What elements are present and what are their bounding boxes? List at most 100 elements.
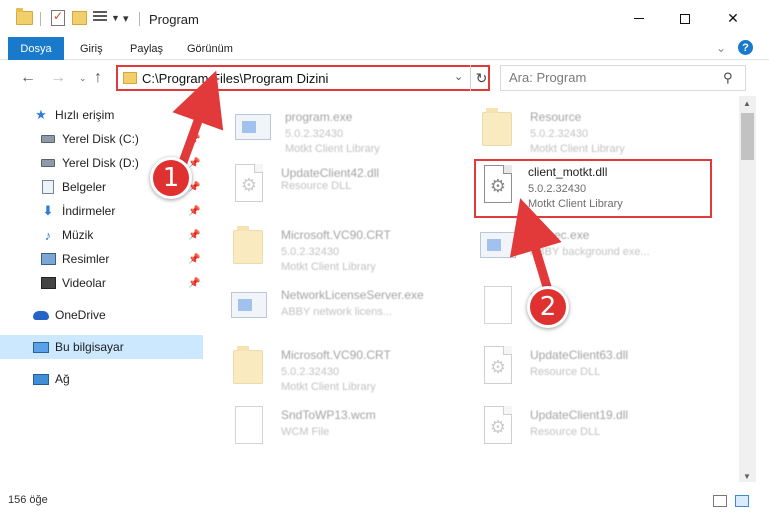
- chevron-down-icon[interactable]: ⌄: [454, 70, 463, 83]
- help-icon[interactable]: ?: [738, 40, 753, 55]
- step-2-badge: 2: [527, 286, 569, 328]
- minimize-button[interactable]: [616, 0, 662, 37]
- folder-icon: [478, 108, 518, 150]
- sidebar-item-label: İndirmeler: [62, 204, 116, 218]
- file-name: Microsoft.VC90.CRT: [281, 228, 391, 242]
- blank-file-icon: [478, 286, 518, 328]
- pin-icon[interactable]: 📌: [188, 206, 200, 217]
- file-description: ABBY network licens...: [281, 306, 393, 318]
- sidebar-item-downloads[interactable]: ⬇ İndirmeler 📌: [0, 199, 203, 223]
- step-1-badge: 1: [150, 157, 192, 199]
- blank-file-icon: [229, 406, 269, 448]
- file-description: ABBY background exe...: [530, 246, 650, 258]
- drive-icon: [40, 131, 56, 147]
- file-description: Motkt Client Library: [528, 198, 623, 210]
- tab-share[interactable]: Paylaş: [130, 37, 163, 60]
- minimize-icon: [634, 18, 644, 19]
- pin-icon[interactable]: 📌: [188, 134, 200, 145]
- up-arrow-icon[interactable]: ↑: [94, 69, 102, 87]
- list-item-highlighted[interactable]: ⚙ client_motkt.dll 5.0.2.32430 Motkt Cli…: [474, 159, 712, 218]
- address-bar[interactable]: C:\Program Files\Program Dizini ⌄ ↻: [116, 65, 490, 91]
- file-version: 5.0.2.32430: [285, 128, 344, 140]
- file-description: Resource DLL: [281, 180, 352, 192]
- pin-icon[interactable]: 📌: [188, 158, 200, 169]
- file-description: Motkt Client Library: [285, 143, 380, 155]
- new-folder-icon[interactable]: [72, 11, 87, 25]
- sidebar-item-onedrive[interactable]: OneDrive: [0, 303, 203, 327]
- details-view-icon[interactable]: [713, 495, 727, 507]
- sidebar-item-this-pc[interactable]: Bu bilgisayar: [0, 335, 203, 359]
- vertical-scrollbar[interactable]: ▲ ▼: [739, 96, 756, 482]
- ribbon-tabs: Dosya Giriş Paylaş Görünüm ⌄ ?: [0, 37, 769, 60]
- documents-icon: [40, 179, 56, 195]
- list-item[interactable]: NetworkLicenseServer.exe ABBY network li…: [229, 280, 469, 336]
- file-name: UpdateClient42.dll: [281, 166, 380, 180]
- refresh-button[interactable]: ↻: [470, 65, 492, 91]
- navigation-pane: ★ Hızlı erişim Yerel Disk (C:) 📌 Yerel D…: [0, 96, 203, 482]
- tab-home[interactable]: Giriş: [80, 37, 103, 60]
- sidebar-item-network[interactable]: Ağ: [0, 367, 203, 391]
- list-item[interactable]: ⚙ UpdateClient63.dll Resource DLL: [478, 340, 718, 396]
- download-icon: ⬇: [42, 203, 54, 218]
- properties-icon[interactable]: [51, 9, 65, 26]
- music-icon: ♪: [44, 227, 52, 243]
- list-item[interactable]: ⚙ UpdateClient42.dll Resource DLL: [229, 158, 469, 214]
- sidebar-item-pictures[interactable]: Resimler 📌: [0, 247, 203, 271]
- file-description: Resource DLL: [530, 426, 601, 438]
- tab-view[interactable]: Görünüm: [187, 37, 233, 60]
- title-bar: ▼ ▾ Program ✕: [0, 0, 769, 37]
- network-icon: [33, 371, 49, 387]
- dll-icon: ⚙: [478, 346, 518, 388]
- file-name: SndToWP13.wcm: [281, 408, 376, 422]
- sidebar-item-quick-access[interactable]: ★ Hızlı erişim: [0, 103, 203, 127]
- sidebar-item-label: Yerel Disk (C:): [62, 132, 139, 146]
- file-name: ...Exec.exe: [530, 228, 590, 242]
- view-icon[interactable]: [93, 11, 107, 25]
- chevron-down-icon[interactable]: ▼: [111, 13, 120, 23]
- list-item[interactable]: Resource 5.0.2.32430 Motkt Client Librar…: [478, 102, 718, 158]
- tiles-view-icon[interactable]: [735, 495, 749, 507]
- address-path[interactable]: C:\Program Files\Program Dizini: [142, 71, 328, 86]
- list-item[interactable]: d...: [478, 280, 718, 336]
- file-list: program.exe 5.0.2.32430 Motkt Client Lib…: [203, 96, 739, 482]
- back-arrow-icon[interactable]: ←: [20, 69, 36, 87]
- maximize-button[interactable]: [662, 0, 708, 37]
- scroll-down-icon[interactable]: ▼: [743, 472, 751, 481]
- scrollbar-thumb[interactable]: [741, 113, 754, 160]
- sidebar-item-label: Müzik: [62, 228, 94, 242]
- close-button[interactable]: ✕: [710, 0, 756, 37]
- dll-icon: ⚙: [478, 165, 518, 207]
- pin-icon[interactable]: 📌: [188, 230, 200, 241]
- recent-locations-icon[interactable]: ⌄: [79, 73, 87, 84]
- pictures-icon: [40, 251, 56, 267]
- title-divider: [139, 12, 140, 26]
- expand-ribbon-icon[interactable]: ⌄: [716, 41, 726, 55]
- sidebar-item-label: Ağ: [55, 372, 70, 386]
- list-item[interactable]: Microsoft.VC90.CRT 5.0.2.32430 Motkt Cli…: [229, 220, 469, 276]
- file-description: Motkt Client Library: [281, 261, 376, 273]
- quick-access-divider: [40, 12, 41, 26]
- search-icon[interactable]: ⚲: [723, 70, 733, 86]
- file-name: client_motkt.dll: [528, 165, 608, 179]
- list-item[interactable]: ...Exec.exe ABBY background exe...: [478, 220, 718, 276]
- tab-file[interactable]: Dosya: [8, 37, 64, 60]
- list-item[interactable]: SndToWP13.wcm WCM File: [229, 400, 469, 456]
- search-box[interactable]: ⚲: [500, 65, 746, 91]
- pin-icon[interactable]: 📌: [188, 254, 200, 265]
- file-version: 5.0.2.32430: [528, 183, 587, 195]
- exe-icon: [233, 108, 273, 150]
- scroll-up-icon[interactable]: ▲: [743, 99, 751, 108]
- file-version: 5.0.2.32430: [530, 128, 589, 140]
- list-item[interactable]: Microsoft.VC90.CRT 5.0.2.32430 Motkt Cli…: [229, 340, 469, 396]
- sidebar-item-local-disk-c[interactable]: Yerel Disk (C:) 📌: [0, 127, 203, 151]
- forward-arrow-icon[interactable]: →: [50, 69, 66, 87]
- pin-icon[interactable]: 📌: [188, 278, 200, 289]
- search-input[interactable]: [509, 70, 709, 85]
- customize-toolbar-icon[interactable]: ▾: [123, 12, 129, 25]
- this-pc-icon: [33, 339, 49, 355]
- sidebar-item-music[interactable]: ♪ Müzik 📌: [0, 223, 203, 247]
- sidebar-item-videos[interactable]: Videolar 📌: [0, 271, 203, 295]
- list-item[interactable]: program.exe 5.0.2.32430 Motkt Client Lib…: [233, 102, 473, 158]
- drive-icon: [40, 155, 56, 171]
- list-item[interactable]: ⚙ UpdateClient19.dll Resource DLL: [478, 400, 718, 456]
